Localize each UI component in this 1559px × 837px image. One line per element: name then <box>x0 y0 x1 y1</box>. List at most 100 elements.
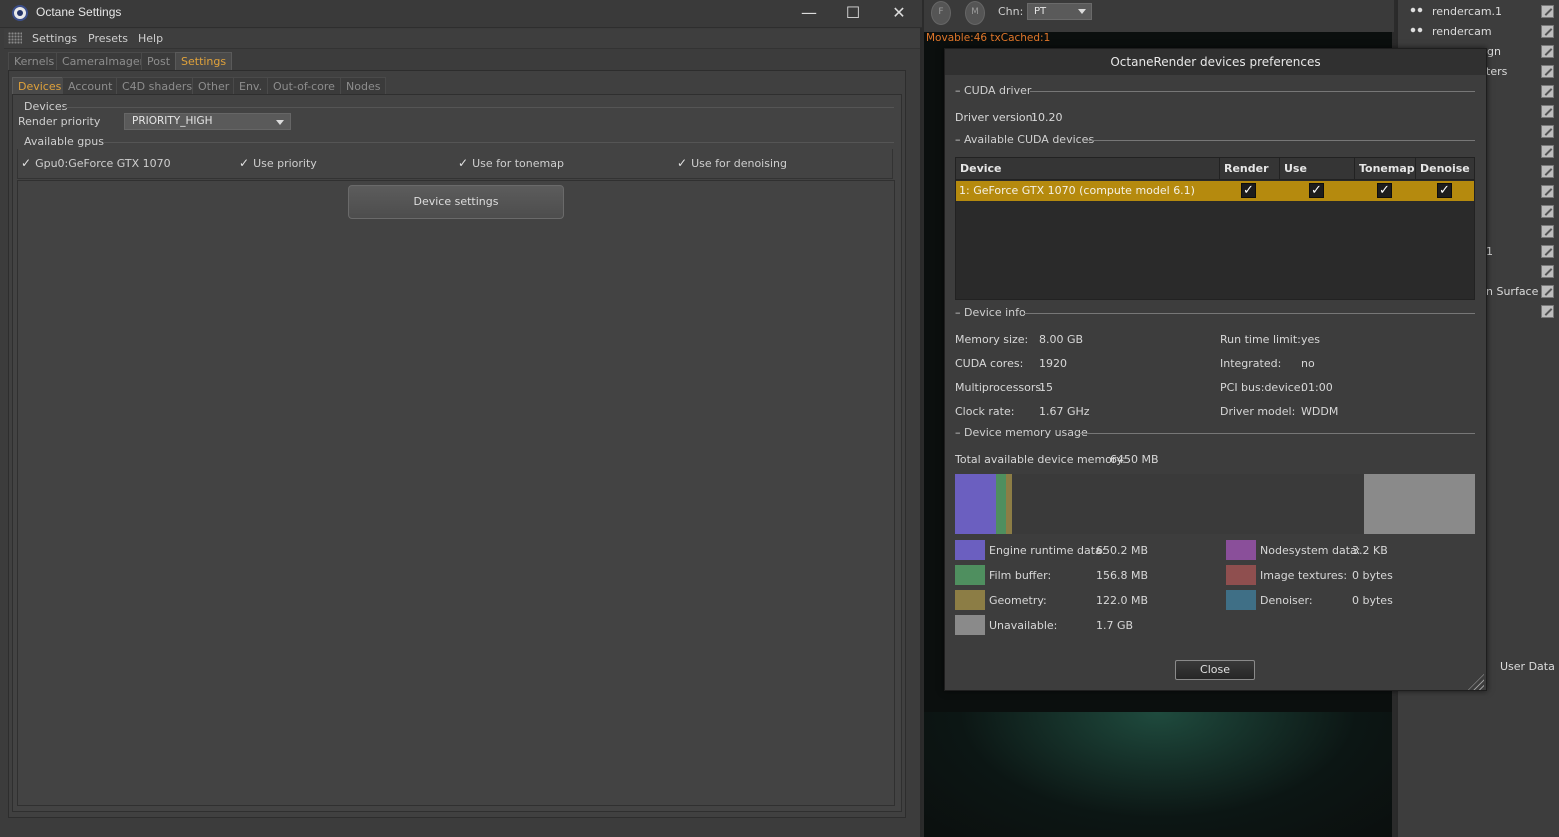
device-name: 1: GeForce GTX 1070 (compute model 6.1) <box>959 184 1195 197</box>
render-priority-select[interactable]: PRIORITY_HIGH <box>124 113 291 130</box>
menu-settings[interactable]: Settings <box>32 32 77 45</box>
m-pin-icon[interactable]: M <box>965 1 985 25</box>
camera-icon <box>1410 5 1424 15</box>
info-value: no <box>1301 357 1315 370</box>
denoise-checkbox[interactable]: ✓ <box>1437 183 1452 198</box>
legend-swatch <box>1226 590 1256 610</box>
info-value: WDDM <box>1301 405 1339 418</box>
toggle-flag-icon[interactable] <box>1541 145 1554 158</box>
toggle-flag-icon[interactable] <box>1541 225 1554 238</box>
use-priority-label: Use priority <box>253 157 317 170</box>
use-tonemap-label: Use for tonemap <box>472 157 564 170</box>
toggle-flag-icon[interactable] <box>1541 305 1554 318</box>
close-button[interactable]: Close <box>1175 660 1255 680</box>
menu-grip-icon <box>8 32 22 44</box>
menu-presets[interactable]: Presets <box>88 32 128 45</box>
f-pin-icon[interactable]: F <box>931 1 951 25</box>
info-label: Driver model: <box>1220 405 1296 418</box>
info-label: Run time limit: <box>1220 333 1301 346</box>
legend-value: 156.8 MB <box>1096 569 1149 582</box>
object-item[interactable]: n Surface <box>1486 285 1538 298</box>
info-value: 15 <box>1039 381 1053 394</box>
section-label: Device memory usage <box>964 426 1088 439</box>
toggle-flag-icon[interactable] <box>1541 165 1554 178</box>
toggle-flag-icon[interactable] <box>1541 85 1554 98</box>
chevron-down-icon <box>276 120 284 125</box>
cuda-driver-section: – CUDA driver <box>955 84 1032 97</box>
available-devices-section: – Available CUDA devices <box>955 133 1095 146</box>
info-value: yes <box>1301 333 1321 346</box>
col-render[interactable]: Render <box>1220 158 1280 180</box>
tonemap-checkbox[interactable]: ✓ <box>1377 183 1392 198</box>
col-tonemap[interactable]: Tonemap <box>1355 158 1416 180</box>
use-priority-checkbox[interactable]: ✓ <box>1309 183 1324 198</box>
minimize-button[interactable]: — <box>786 0 832 28</box>
use-denoising-checkbox[interactable]: ✓ Use for denoising <box>677 156 787 170</box>
toggle-flag-icon[interactable] <box>1541 205 1554 218</box>
tab-post[interactable]: Post <box>141 52 177 71</box>
col-denoise[interactable]: Denoise <box>1416 158 1474 180</box>
check-icon: ✓ <box>458 156 469 170</box>
object-item[interactable]: ters <box>1486 65 1507 78</box>
col-use-priority[interactable]: Use priority <box>1280 158 1355 196</box>
render-checkbox[interactable]: ✓ <box>1241 183 1256 198</box>
toggle-flag-icon[interactable] <box>1541 45 1554 58</box>
user-data-tab[interactable]: User Data <box>1500 660 1555 673</box>
col-device[interactable]: Device <box>956 158 1220 180</box>
memory-segment <box>955 474 996 534</box>
divider <box>1079 433 1475 434</box>
toggle-flag-icon[interactable] <box>1541 5 1554 18</box>
menu-help[interactable]: Help <box>138 32 163 45</box>
available-gpus-label: Available gpus <box>24 135 104 148</box>
toggle-flag-icon[interactable] <box>1541 25 1554 38</box>
driver-version-label: Driver version: <box>955 111 1037 124</box>
camera-icon <box>1410 25 1424 35</box>
toggle-flag-icon[interactable] <box>1541 245 1554 258</box>
info-label: Multiprocessors: <box>955 381 1045 394</box>
toggle-flag-icon[interactable] <box>1541 65 1554 78</box>
object-item[interactable]: 1 <box>1486 245 1493 258</box>
tab-cameraimager[interactable]: CameraImager <box>56 52 151 71</box>
memory-usage-bar <box>955 474 1475 534</box>
legend-value: 3.2 KB <box>1352 544 1388 557</box>
tab-settings[interactable]: Settings <box>175 52 233 71</box>
info-label: PCI bus:device: <box>1220 381 1305 394</box>
object-item[interactable]: gn <box>1487 45 1501 58</box>
legend-label: Denoiser: <box>1260 594 1313 607</box>
toggle-flag-icon[interactable] <box>1541 125 1554 138</box>
memory-section: – Device memory usage <box>955 426 1088 439</box>
device-settings-button[interactable]: Device settings <box>348 185 564 219</box>
devices-inner-box <box>17 180 895 806</box>
tab-kernels[interactable]: Kernels <box>8 52 61 71</box>
channel-label: Chn: <box>998 5 1024 18</box>
device-info-section: – Device info <box>955 306 1026 319</box>
maximize-button[interactable]: ☐ <box>830 0 876 28</box>
info-label: Clock rate: <box>955 405 1015 418</box>
channel-value: PT <box>1034 6 1047 17</box>
object-rendercam[interactable]: rendercam <box>1410 25 1492 38</box>
legend-label: Geometry: <box>989 594 1047 607</box>
legend-value: 122.0 MB <box>1096 594 1149 607</box>
render-priority-value: PRIORITY_HIGH <box>132 115 213 127</box>
legend-label: Film buffer: <box>989 569 1052 582</box>
use-tonemap-checkbox[interactable]: ✓ Use for tonemap <box>458 156 564 170</box>
object-rendercam-1[interactable]: rendercam.1 <box>1410 5 1502 18</box>
render-priority-label: Render priority <box>18 115 101 128</box>
toggle-flag-icon[interactable] <box>1541 185 1554 198</box>
toggle-flag-icon[interactable] <box>1541 105 1554 118</box>
gpu0-checkbox[interactable]: ✓ Gpu0:GeForce GTX 1070 <box>21 156 171 170</box>
close-window-button[interactable]: ✕ <box>876 0 922 28</box>
toggle-flag-icon[interactable] <box>1541 285 1554 298</box>
info-value: 01:00 <box>1301 381 1333 394</box>
table-row[interactable]: 1: GeForce GTX 1070 (compute model 6.1) … <box>956 181 1474 201</box>
legend-label: Unavailable: <box>989 619 1058 632</box>
channel-select[interactable]: PT <box>1027 3 1092 20</box>
total-memory-label: Total available device memory: <box>955 453 1126 466</box>
total-memory-value: 6450 MB <box>1110 453 1159 466</box>
legend-label: Nodesystem data: <box>1260 544 1361 557</box>
use-priority-checkbox[interactable]: ✓ Use priority <box>239 156 317 170</box>
legend-swatch <box>955 565 985 585</box>
info-value: 8.00 GB <box>1039 333 1084 346</box>
toggle-flag-icon[interactable] <box>1541 265 1554 278</box>
divider <box>104 142 894 143</box>
